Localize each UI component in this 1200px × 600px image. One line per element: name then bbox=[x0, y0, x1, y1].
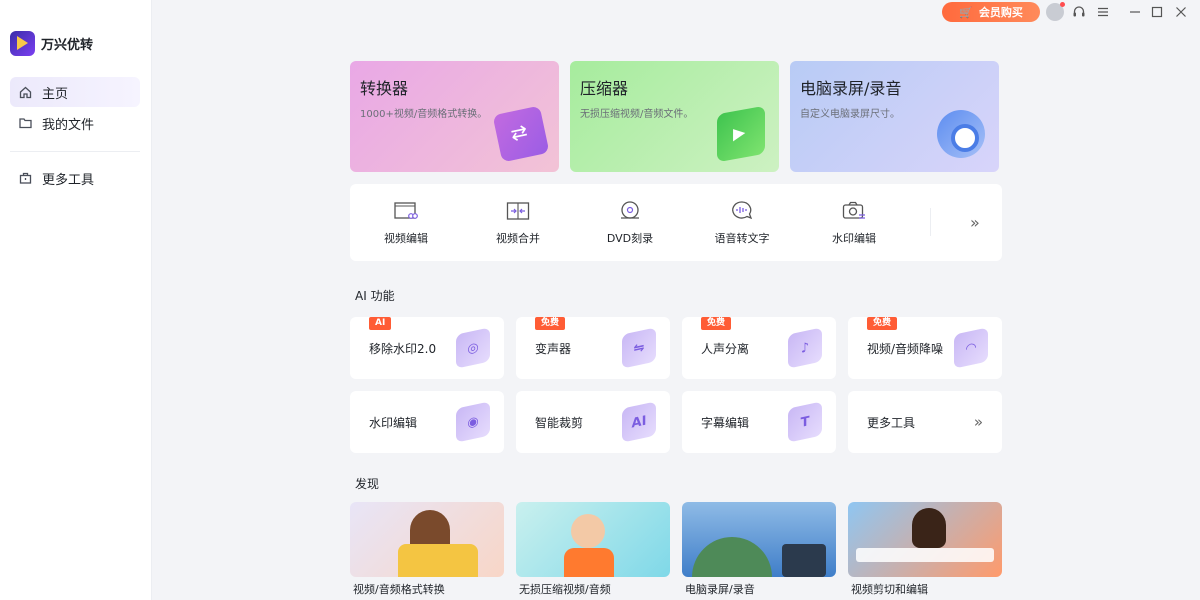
free-badge: 免费 bbox=[867, 317, 898, 330]
app-logo: 万兴优转 bbox=[10, 31, 93, 56]
toolbox-icon bbox=[18, 171, 32, 185]
discover-label: 电脑录屏/录音 bbox=[685, 583, 755, 596]
sidebar-item-label: 主页 bbox=[42, 86, 69, 102]
ai-card-voice-changer[interactable]: 免费 变声器 ⇋ bbox=[516, 317, 670, 379]
ai-card-watermark-edit[interactable]: 水印编辑 ◉ bbox=[350, 391, 504, 453]
speech-to-text-icon bbox=[730, 200, 754, 222]
cart-icon: 🛒 bbox=[959, 5, 973, 19]
discover-grid: 视频/音频格式转换 无损压缩视频/音频 电脑录屏/录音 视频剪切和编辑 bbox=[350, 502, 1002, 597]
discover-label: 无损压缩视频/音频 bbox=[519, 583, 611, 596]
ai-card-smart-crop[interactable]: 智能裁剪 AI bbox=[516, 391, 670, 453]
ai-card-subtitle-edit[interactable]: 字幕编辑 T bbox=[682, 391, 836, 453]
discover-label: 视频剪切和编辑 bbox=[851, 583, 928, 596]
folder-icon bbox=[18, 116, 32, 130]
quick-tools-bar: 视频编辑 视频合并 DVD刻录 语音转文字 水印编辑 » bbox=[350, 184, 1002, 261]
voice-changer-icon: ⇋ bbox=[622, 327, 656, 369]
menu-icon[interactable] bbox=[1094, 3, 1112, 21]
main-content: 转换器 1000+视频/音频格式转换。 压缩器 无损压缩视频/音频文件。 电脑录… bbox=[350, 61, 1002, 597]
discover-card-format-convert[interactable]: 视频/音频格式转换 bbox=[350, 502, 504, 597]
vip-purchase-button[interactable]: 🛒 会员购买 bbox=[942, 2, 1040, 22]
tool-speech-to-text[interactable]: 语音转文字 bbox=[686, 200, 798, 246]
card-title: 转换器 bbox=[360, 79, 409, 98]
home-icon bbox=[18, 85, 32, 99]
screen-recorder-card[interactable]: 电脑录屏/录音 自定义电脑录屏尺寸。 bbox=[790, 61, 999, 172]
app-name: 万兴优转 bbox=[41, 38, 94, 53]
ai-feature-grid: AI 移除水印2.0 ◎ 免费 变声器 ⇋ 免费 人声分离 ♪ 免费 视频/音频… bbox=[350, 317, 1002, 453]
merge-icon bbox=[506, 200, 530, 222]
tool-label: DVD刻录 bbox=[606, 231, 654, 245]
double-chevron-right-icon: » bbox=[973, 413, 983, 431]
avatar[interactable] bbox=[1046, 2, 1065, 21]
watermark-remove-icon: ◎ bbox=[456, 327, 490, 369]
ai-card-label: 智能裁剪 bbox=[535, 415, 584, 430]
more-tools-chevron-icon[interactable]: » bbox=[970, 213, 980, 232]
sidebar-item-label: 更多工具 bbox=[42, 172, 95, 188]
ai-card-label: 水印编辑 bbox=[369, 415, 418, 430]
card-title: 电脑录屏/录音 bbox=[800, 79, 902, 98]
subtitle-edit-icon: T bbox=[788, 401, 822, 443]
discover-thumbnail bbox=[848, 502, 1002, 577]
discover-thumbnail bbox=[350, 502, 504, 577]
sidebar-item-my-files[interactable]: 我的文件 bbox=[10, 108, 140, 138]
discover-thumbnail bbox=[516, 502, 670, 577]
sidebar-divider bbox=[10, 151, 140, 152]
close-icon[interactable] bbox=[1172, 3, 1190, 21]
free-badge: 免费 bbox=[535, 317, 566, 330]
sidebar-nav: 主页 我的文件 更多工具 bbox=[10, 77, 140, 194]
feature-cards: 转换器 1000+视频/音频格式转换。 压缩器 无损压缩视频/音频文件。 电脑录… bbox=[350, 61, 1002, 172]
tool-label: 视频编辑 bbox=[384, 231, 428, 245]
discover-thumbnail bbox=[682, 502, 836, 577]
vip-purchase-label: 会员购买 bbox=[978, 6, 1023, 19]
sidebar-item-more-tools[interactable]: 更多工具 bbox=[10, 163, 140, 193]
dvd-icon bbox=[618, 200, 642, 222]
ai-badge: AI bbox=[369, 317, 392, 330]
converter-card[interactable]: 转换器 1000+视频/音频格式转换。 bbox=[350, 61, 559, 172]
ai-card-label: 移除水印2.0 bbox=[369, 341, 437, 356]
tool-dvd-burn[interactable]: DVD刻录 bbox=[574, 200, 686, 246]
video-edit-icon bbox=[394, 200, 418, 222]
maximize-icon[interactable] bbox=[1148, 3, 1166, 21]
ai-card-watermark-remove[interactable]: AI 移除水印2.0 ◎ bbox=[350, 317, 504, 379]
discover-card-screen-record[interactable]: 电脑录屏/录音 bbox=[682, 502, 836, 597]
ai-card-label: 变声器 bbox=[535, 341, 572, 356]
ai-card-label: 字幕编辑 bbox=[701, 415, 750, 430]
ai-section-title: AI 功能 bbox=[355, 289, 395, 303]
minimize-icon[interactable] bbox=[1126, 3, 1144, 21]
ai-card-noise-reduction[interactable]: 免费 视频/音频降噪 ◠ bbox=[848, 317, 1002, 379]
ai-card-label: 视频/音频降噪 bbox=[867, 341, 944, 356]
watermark-icon bbox=[842, 200, 866, 222]
tool-watermark-edit[interactable]: 水印编辑 bbox=[798, 200, 910, 246]
discover-label: 视频/音频格式转换 bbox=[353, 583, 445, 596]
ai-card-label: 人声分离 bbox=[701, 341, 750, 356]
tool-video-merge[interactable]: 视频合并 bbox=[462, 200, 574, 246]
discover-card-video-cut-edit[interactable]: 视频剪切和编辑 bbox=[848, 502, 1002, 597]
discover-card-lossless-compress[interactable]: 无损压缩视频/音频 bbox=[516, 502, 670, 597]
converter-illustration-icon bbox=[492, 105, 550, 163]
vocal-separation-icon: ♪ bbox=[788, 327, 822, 369]
tool-label: 视频合并 bbox=[496, 231, 540, 245]
ai-card-more-tools[interactable]: 更多工具 » bbox=[848, 391, 1002, 453]
sidebar-item-home[interactable]: 主页 bbox=[10, 77, 140, 107]
tool-video-edit[interactable]: 视频编辑 bbox=[350, 200, 462, 246]
sidebar-item-label: 我的文件 bbox=[42, 117, 95, 133]
logo-mark-icon bbox=[10, 31, 35, 56]
free-badge: 免费 bbox=[701, 317, 732, 330]
support-headset-icon[interactable] bbox=[1070, 3, 1088, 21]
tool-label: 水印编辑 bbox=[832, 231, 876, 245]
tools-divider bbox=[930, 208, 931, 236]
tool-label: 语音转文字 bbox=[714, 231, 770, 245]
sidebar: 万兴优转 主页 我的文件 更多工具 bbox=[0, 0, 152, 600]
ai-card-label: 更多工具 bbox=[867, 415, 916, 430]
smart-crop-icon: AI bbox=[622, 401, 656, 443]
watermark-edit-icon: ◉ bbox=[456, 401, 490, 443]
ai-card-vocal-separation[interactable]: 免费 人声分离 ♪ bbox=[682, 317, 836, 379]
recorder-illustration-icon bbox=[937, 110, 985, 158]
compressor-illustration-icon bbox=[717, 105, 765, 163]
card-title: 压缩器 bbox=[580, 79, 629, 98]
noise-reduction-icon: ◠ bbox=[954, 327, 988, 369]
compressor-card[interactable]: 压缩器 无损压缩视频/音频文件。 bbox=[570, 61, 779, 172]
discover-section-title: 发现 bbox=[355, 477, 380, 491]
